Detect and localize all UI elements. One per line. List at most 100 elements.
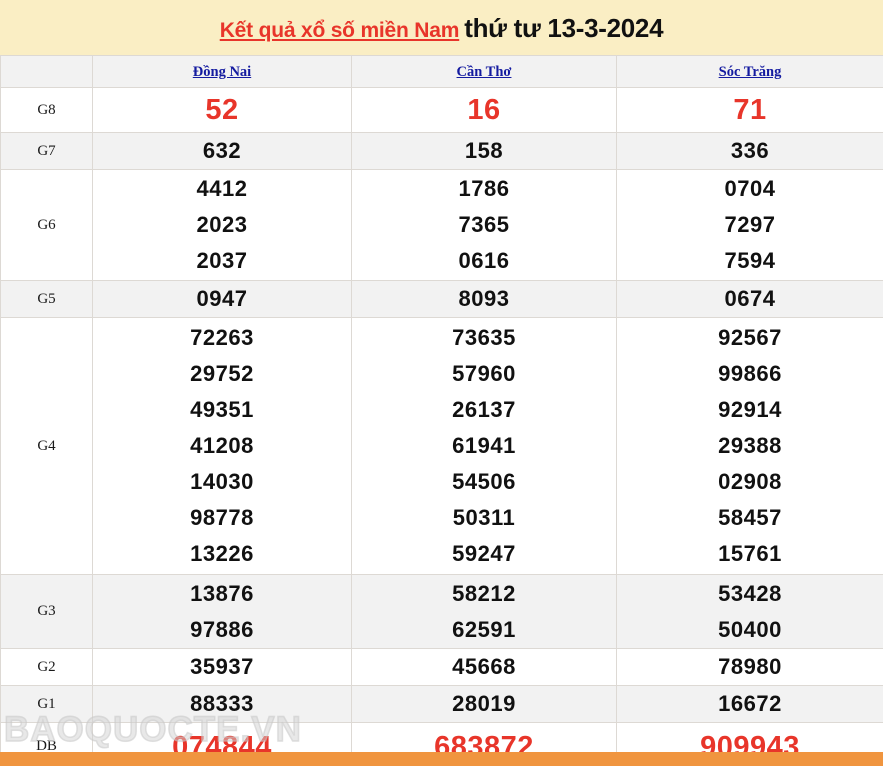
result-number: 13876 <box>190 580 254 606</box>
province-header-dong-nai: Đồng Nai <box>92 55 352 88</box>
result-cell-g1-can-tho: 28019 <box>351 685 617 723</box>
result-number: 2023 <box>196 212 248 237</box>
result-number: 62591 <box>452 616 516 642</box>
result-number: 50400 <box>718 616 782 642</box>
lottery-results-region: Đồng Nai Cần Thơ Sóc Trăng G8 52 16 71 G… <box>0 55 883 766</box>
result-number: 71 <box>733 94 767 126</box>
result-number: 92914 <box>718 397 782 422</box>
table-header-row: Đồng Nai Cần Thơ Sóc Trăng <box>0 55 883 88</box>
province-link-soc-trang[interactable]: Sóc Trăng <box>719 64 782 80</box>
table-row: G6 4412 2023 2037 1786 7365 0616 0704 72… <box>0 169 883 281</box>
result-number: 92567 <box>718 325 782 350</box>
result-number: 29388 <box>718 433 782 458</box>
result-number: 53428 <box>718 580 782 606</box>
result-number: 26137 <box>452 397 516 422</box>
result-cell-g2-can-tho: 45668 <box>351 648 617 686</box>
result-cell-g7-can-tho: 158 <box>351 132 617 170</box>
result-number: 49351 <box>190 397 254 422</box>
table-row: G2 35937 45668 78980 <box>0 648 883 686</box>
result-cell-g7-dong-nai: 632 <box>92 132 352 170</box>
page-title-date: thứ tư 13-3-2024 <box>464 12 664 43</box>
result-number: 35937 <box>190 654 254 679</box>
prize-label-g6: G6 <box>0 169 93 281</box>
result-number: 57960 <box>452 361 516 386</box>
result-number: 1786 <box>458 176 510 201</box>
table-row: G7 632 158 336 <box>0 132 883 170</box>
result-number: 7297 <box>724 212 776 237</box>
result-number: 58212 <box>452 580 516 606</box>
result-number: 98778 <box>190 505 254 530</box>
result-number: 61941 <box>452 433 516 458</box>
result-number: 16 <box>467 94 501 126</box>
province-header-can-tho: Cần Thơ <box>351 55 617 88</box>
result-number: 15761 <box>718 541 782 566</box>
page-title-banner: Kết quả xổ số miền Nam thứ tư 13-3-2024 <box>0 0 883 55</box>
result-cell-g1-soc-trang: 16672 <box>616 685 883 723</box>
result-number: 72263 <box>190 325 254 350</box>
province-link-can-tho[interactable]: Cần Thơ <box>457 64 512 80</box>
result-cell-g7-soc-trang: 336 <box>616 132 883 170</box>
result-cell-g4-can-tho: 73635 57960 26137 61941 54506 50311 5924… <box>351 317 617 575</box>
result-cell-g5-soc-trang: 0674 <box>616 280 883 318</box>
result-cell-g5-can-tho: 8093 <box>351 280 617 318</box>
table-row: G5 0947 8093 0674 <box>0 280 883 318</box>
result-cell-g8-dong-nai: 52 <box>92 87 352 133</box>
result-cell-g2-soc-trang: 78980 <box>616 648 883 686</box>
table-body: G8 52 16 71 G7 632 158 336 G6 4412 2023 … <box>0 87 883 766</box>
result-number: 0704 <box>724 176 776 201</box>
result-number: 52 <box>205 94 239 126</box>
result-number: 0674 <box>724 286 776 311</box>
result-number: 7594 <box>724 248 776 273</box>
result-number: 54506 <box>452 469 516 494</box>
result-cell-g3-dong-nai: 13876 97886 <box>92 574 352 649</box>
prize-label-g4: G4 <box>0 317 93 575</box>
table-row: G3 13876 97886 58212 62591 53428 50400 <box>0 574 883 649</box>
result-cell-g8-soc-trang: 71 <box>616 87 883 133</box>
result-number: 50311 <box>452 505 516 530</box>
result-cell-g1-dong-nai: 88333 <box>92 685 352 723</box>
prize-label-column-header <box>0 55 93 88</box>
result-cell-g6-soc-trang: 0704 7297 7594 <box>616 169 883 281</box>
table-row: G4 72263 29752 49351 41208 14030 98778 1… <box>0 317 883 575</box>
result-number: 13226 <box>190 541 254 566</box>
result-number: 16672 <box>718 691 782 716</box>
page-title: Kết quả xổ số miền Nam thứ tư 13-3-2024 <box>220 15 664 41</box>
result-number: 8093 <box>458 286 510 311</box>
result-number: 2037 <box>196 248 248 273</box>
table-row: G8 52 16 71 <box>0 87 883 133</box>
result-number: 29752 <box>190 361 254 386</box>
result-cell-g4-dong-nai: 72263 29752 49351 41208 14030 98778 1322… <box>92 317 352 575</box>
result-number: 59247 <box>452 541 516 566</box>
result-number: 73635 <box>452 325 516 350</box>
result-number: 158 <box>464 138 504 163</box>
result-number: 78980 <box>718 654 782 679</box>
table-row: G1 88333 28019 16672 <box>0 685 883 723</box>
lottery-results-link[interactable]: Kết quả xổ số miền Nam <box>220 19 460 42</box>
result-cell-g4-soc-trang: 92567 99866 92914 29388 02908 58457 1576… <box>616 317 883 575</box>
result-number: 0947 <box>196 286 248 311</box>
prize-label-g5: G5 <box>0 280 93 318</box>
bottom-accent-bar <box>0 752 883 766</box>
result-cell-g5-dong-nai: 0947 <box>92 280 352 318</box>
result-cell-g8-can-tho: 16 <box>351 87 617 133</box>
province-link-dong-nai[interactable]: Đồng Nai <box>193 64 251 80</box>
result-number: 97886 <box>190 616 254 642</box>
result-number: 7365 <box>458 212 510 237</box>
result-number: 45668 <box>452 654 516 679</box>
result-number: 4412 <box>196 176 248 201</box>
result-cell-g3-soc-trang: 53428 50400 <box>616 574 883 649</box>
province-header-soc-trang: Sóc Trăng <box>616 55 883 88</box>
lottery-results-table: Đồng Nai Cần Thơ Sóc Trăng G8 52 16 71 G… <box>0 55 883 766</box>
prize-label-g2: G2 <box>0 648 93 686</box>
table-header: Đồng Nai Cần Thơ Sóc Trăng <box>0 55 883 88</box>
prize-label-g3: G3 <box>0 574 93 649</box>
result-cell-g3-can-tho: 58212 62591 <box>351 574 617 649</box>
result-number: 99866 <box>718 361 782 386</box>
result-cell-g6-can-tho: 1786 7365 0616 <box>351 169 617 281</box>
result-cell-g6-dong-nai: 4412 2023 2037 <box>92 169 352 281</box>
result-number: 28019 <box>452 691 516 716</box>
result-number: 88333 <box>190 691 254 716</box>
result-number: 632 <box>202 138 242 163</box>
result-number: 41208 <box>190 433 254 458</box>
prize-label-g8: G8 <box>0 87 93 133</box>
